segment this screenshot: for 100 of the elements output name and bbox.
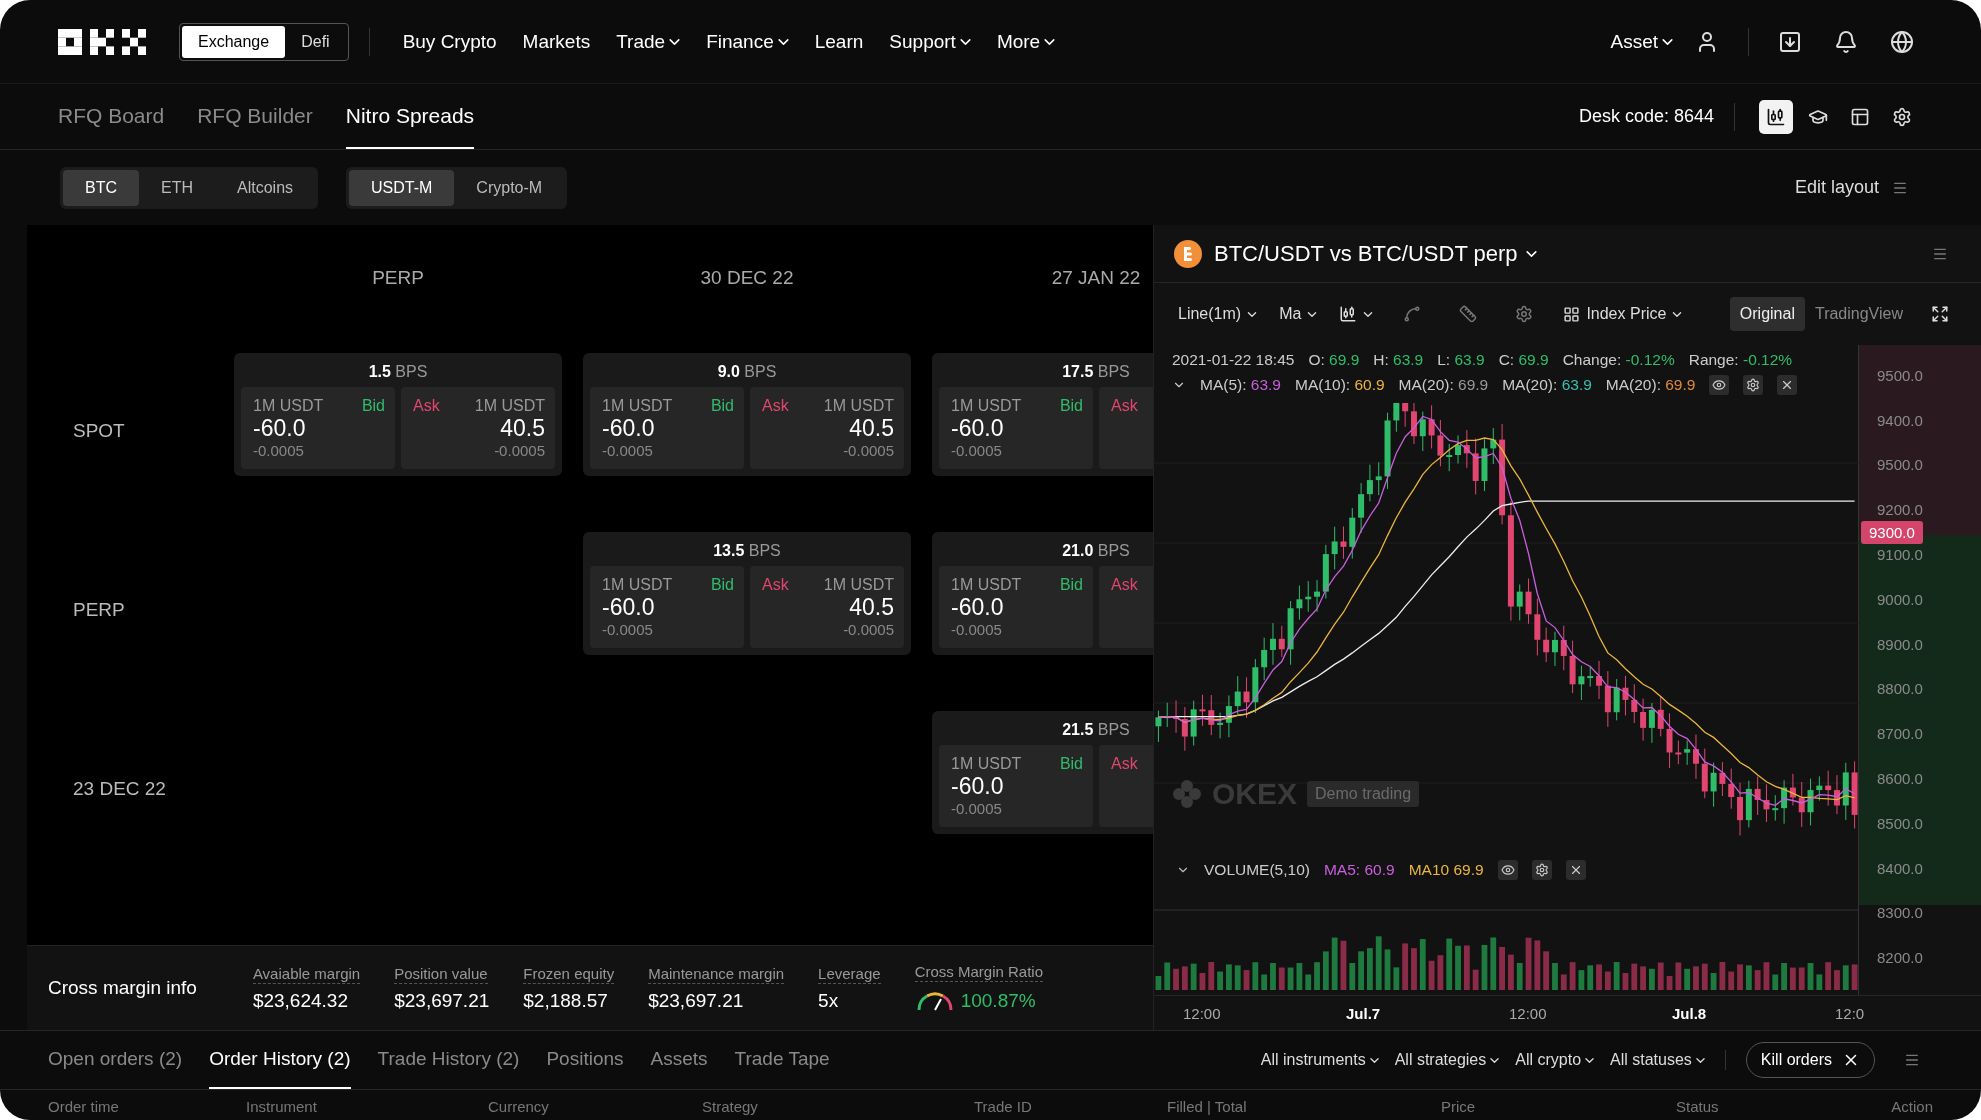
ask-label: Ask [1111, 576, 1138, 594]
mode-option[interactable]: Exchange [182, 25, 286, 58]
bid-price: -60.0 [602, 415, 656, 442]
pair-select[interactable]: BTC/USDT vs BTC/USDT perp [1214, 240, 1537, 267]
column-header: 30 DEC 22 [699, 265, 795, 290]
volume-ma-reading: MA5: 60.9 [1323, 861, 1395, 879]
quote-card[interactable]: 1.5 BPS 1M USDT Bid -60.0 -0.0005 Ask 1M USDT 40.5 -0.0005 [234, 353, 562, 476]
quote-card[interactable]: 9.0 BPS 1M USDT Bid -60.0 -0.0005 Ask 1M USDT 40.5 -0.0005 [583, 353, 911, 476]
interval-select[interactable]: Ma [1275, 305, 1322, 323]
ask-price: 40.5 [849, 415, 894, 442]
filter-dropdown[interactable]: All instruments [1260, 1051, 1379, 1069]
ask-quote[interactable]: Ask [1099, 566, 1153, 648]
eye-icon[interactable] [1709, 375, 1730, 395]
quote-card[interactable]: 17.5 BPS 1M USDT Bid -60.0 -0.0005 Ask [932, 353, 1153, 476]
bid-label: Bid [1059, 397, 1083, 415]
nav-link[interactable]: Trade [603, 30, 694, 53]
filter-option[interactable]: BTC [63, 169, 139, 206]
close-icon[interactable] [1777, 375, 1798, 395]
time-label: Jul.7 [1346, 1004, 1382, 1022]
price-label: 9400.0 [1877, 410, 1924, 431]
close-icon[interactable] [1565, 860, 1586, 880]
metric-value: $23,697.21 [648, 989, 745, 1012]
asset-menu[interactable]: Asset [1597, 30, 1686, 53]
page-tab[interactable]: RFQ Builder [197, 84, 313, 149]
price-source-select[interactable]: Index Price [1559, 305, 1687, 323]
caret-icon [1490, 1057, 1500, 1063]
page-tab[interactable]: RFQ Board [58, 84, 165, 149]
filter-option[interactable]: USDT-M [349, 169, 455, 206]
caret-icon [1662, 38, 1673, 45]
caret-icon [1672, 311, 1683, 317]
orders-tab[interactable]: Trade Tape [734, 1031, 830, 1089]
ma-reading: MA(5): 63.9 [1200, 376, 1281, 394]
nav-link[interactable]: Finance [693, 30, 802, 53]
orders-tab[interactable]: Order History (2) [209, 1031, 351, 1089]
view-tab[interactable]: Original [1729, 297, 1805, 331]
nav-link[interactable]: More [983, 30, 1069, 53]
caret-icon [1369, 1057, 1379, 1063]
ask-quote[interactable]: Ask [1099, 745, 1153, 827]
quote-size: 1M USDT [951, 755, 1022, 773]
page-tab[interactable]: Nitro Spreads [345, 84, 475, 149]
metric-value: 5x [818, 989, 840, 1012]
time-label: 12:0 [1835, 1004, 1866, 1022]
ask-change: -0.0005 [494, 442, 545, 459]
column-header: Filled | Total [1167, 1098, 1248, 1117]
settings-icon[interactable] [1531, 860, 1552, 880]
column-header: Instrument [246, 1098, 318, 1117]
interval-select[interactable]: Line(1m) [1174, 305, 1262, 323]
filter-dropdown[interactable]: All crypto [1515, 1051, 1595, 1069]
desk-code: Desk code: 8644 [1578, 106, 1714, 127]
quote-card[interactable]: 13.5 BPS 1M USDT Bid -60.0 -0.0005 Ask 1M USDT 40.5 -0.0005 [583, 532, 911, 655]
nav-link[interactable]: Markets [509, 30, 604, 53]
bid-quote[interactable]: 1M USDT Bid -60.0 -0.0005 [939, 745, 1093, 827]
orders-tab[interactable]: Positions [546, 1031, 624, 1089]
candlestick-icon[interactable] [1759, 99, 1793, 134]
quote-card[interactable]: 21.0 BPS 1M USDT Bid -60.0 -0.0005 Ask [932, 532, 1153, 655]
view-tab[interactable]: TradingView [1804, 297, 1913, 331]
price-label: 8700.0 [1877, 724, 1924, 745]
ask-label: Ask [1111, 397, 1138, 415]
settings-icon[interactable] [1743, 375, 1764, 395]
column-header: Strategy [702, 1098, 759, 1117]
bid-quote[interactable]: 1M USDT Bid -60.0 -0.0005 [590, 566, 744, 648]
bid-quote[interactable]: 1M USDT Bid -60.0 -0.0005 [241, 387, 395, 469]
bid-quote[interactable]: 1M USDT Bid -60.0 -0.0005 [590, 387, 744, 469]
nav-link[interactable]: Learn [801, 30, 877, 53]
filter-dropdown[interactable]: All statuses [1610, 1051, 1705, 1069]
filter-option[interactable]: ETH [139, 169, 215, 206]
orders-tab[interactable]: Open orders (2) [48, 1031, 183, 1089]
candle-time: 2021-01-22 18:45 [1172, 351, 1295, 369]
price-marker: 9300.0 [1861, 521, 1923, 544]
quote-card[interactable]: 21.5 BPS 1M USDT Bid -60.0 -0.0005 Ask [932, 711, 1153, 834]
metric-value: $23,697.21 [394, 989, 490, 1012]
caret-icon [1307, 311, 1318, 317]
nav-link[interactable]: Buy Crypto [389, 30, 510, 53]
filter-option[interactable]: Altcoins [215, 169, 316, 206]
column-header: Price [1441, 1098, 1477, 1117]
filter-option[interactable]: Crypto-M [454, 169, 565, 206]
column-header: Action [1890, 1098, 1933, 1117]
bid-label: Bid [361, 397, 385, 415]
ma-reading: MA(20): 63.9 [1502, 376, 1592, 394]
filter-dropdown[interactable]: All strategies [1394, 1051, 1500, 1069]
ohlc-field: Range: -0.12% [1688, 351, 1793, 369]
column-header: 27 JAN 22 [1050, 265, 1142, 290]
ask-quote[interactable]: Ask 1M USDT 40.5 -0.0005 [750, 387, 904, 469]
logo[interactable] [58, 28, 146, 55]
ask-quote[interactable]: Ask 1M USDT 40.5 -0.0005 [750, 566, 904, 648]
price-label: 8900.0 [1877, 634, 1924, 655]
nav-link[interactable]: Support [876, 30, 984, 53]
eye-icon[interactable] [1497, 860, 1518, 880]
ask-quote[interactable]: Ask [1099, 387, 1153, 469]
metric-label: Avaiable margin [252, 964, 361, 984]
edit-layout-button[interactable]: Edit layout [1794, 177, 1879, 198]
ask-quote[interactable]: Ask 1M USDT 40.5 -0.0005 [401, 387, 555, 469]
orders-tab[interactable]: Trade History (2) [377, 1031, 520, 1089]
bid-quote[interactable]: 1M USDT Bid -60.0 -0.0005 [939, 566, 1093, 648]
bid-quote[interactable]: 1M USDT Bid -60.0 -0.0005 [939, 387, 1093, 469]
mode-option[interactable]: Defi [285, 25, 346, 58]
metric-label: Cross Margin Ratio [914, 962, 1044, 982]
orders-tab[interactable]: Assets [650, 1031, 708, 1089]
bid-price: -60.0 [951, 773, 1005, 800]
price-label: 8500.0 [1877, 813, 1924, 834]
